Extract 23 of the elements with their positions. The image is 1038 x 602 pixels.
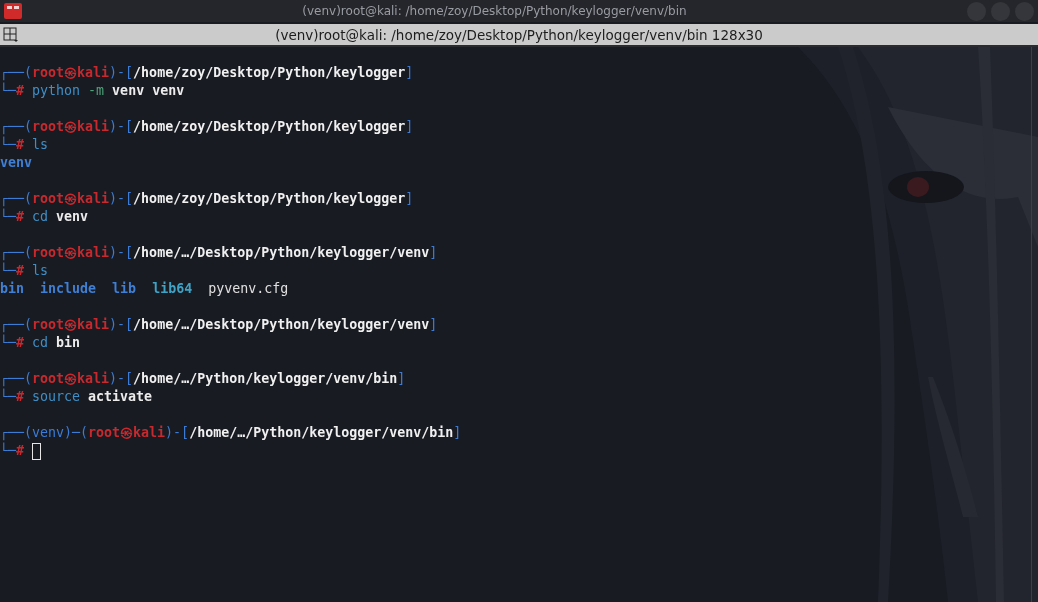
prompt-line: ┌──(root㉿kali)-[/home/…/Desktop/Python/keylogger/venv] — [0, 244, 438, 262]
prompt-line: ┌──(root㉿kali)-[/home/zoy/Desktop/Python/keylogger] — [0, 190, 414, 208]
close-button[interactable] — [1015, 1, 1034, 21]
prompt-line: ┌──(root㉿kali)-[/home/…/Desktop/Python/keylogger/venv] — [0, 316, 438, 334]
maximize-button[interactable] — [991, 1, 1010, 21]
command-line: └─# python -m venv venv — [0, 82, 185, 100]
prompt-line: ┌──(root㉿kali)-[/home/zoy/Desktop/Python/keylogger] — [0, 118, 414, 136]
prompt-line: ┌──(venv)─(root㉿kali)-[/home/…/Python/keylogger/venv/bin] — [0, 424, 462, 442]
output-line: bin include lib lib64 pyvenv.cfg — [0, 280, 289, 298]
command-line: └─# cd venv — [0, 208, 89, 226]
command-line: └─# cd bin — [0, 334, 81, 352]
command-line: └─# source activate — [0, 388, 153, 406]
app-icon — [4, 3, 22, 19]
prompt-line: ┌──(root㉿kali)-[/home/…/Python/keylogger/venv/bin] — [0, 370, 406, 388]
minimize-button[interactable] — [967, 1, 986, 21]
command-line: └─# ls — [0, 136, 49, 154]
prompt-line: ┌──(root㉿kali)-[/home/zoy/Desktop/Python/keylogger] — [0, 64, 414, 82]
split-view-icon[interactable] — [3, 26, 19, 43]
window-title: (venv)root@kali: /home/zoy/Desktop/Python/keylogger/venv/bin — [301, 4, 688, 18]
terminal-title: (venv)root@kali: /home/zoy/Desktop/Python/keylogger/venv/bin 128x30 — [274, 26, 764, 43]
command-line: └─# ls — [0, 262, 49, 280]
output-line: venv — [0, 154, 33, 172]
command-line: └─# — [0, 442, 25, 460]
